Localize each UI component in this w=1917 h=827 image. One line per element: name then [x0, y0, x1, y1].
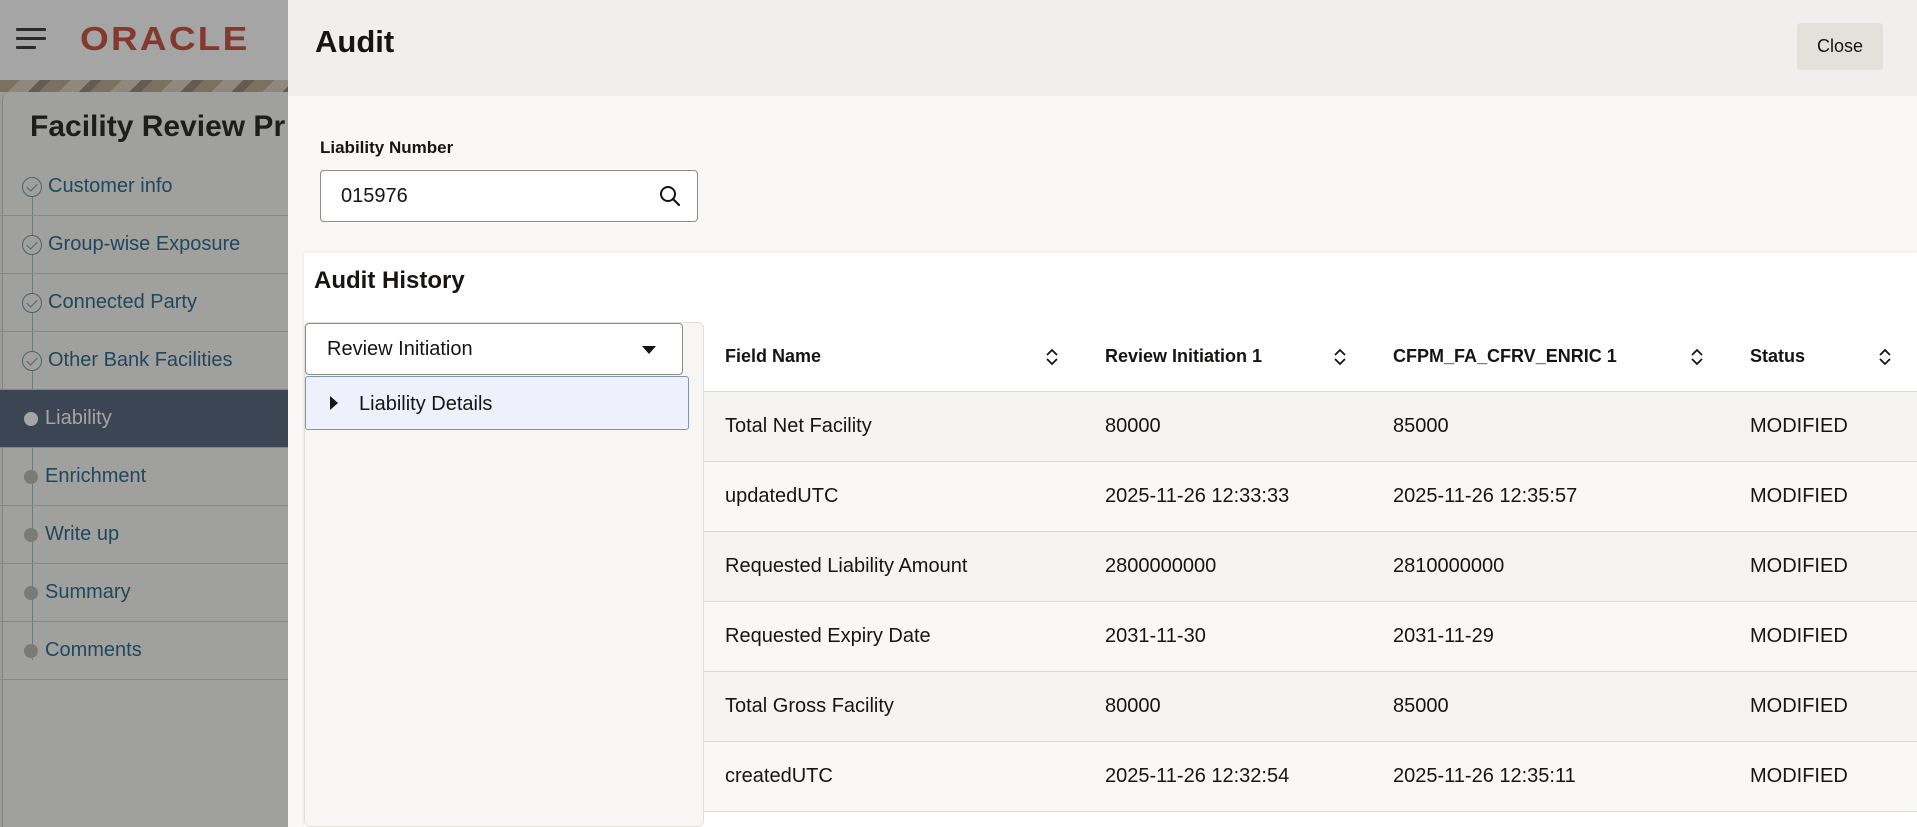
background-page: ORACLE Facility Review Pr Customer info G…: [0, 0, 288, 827]
table-row[interactable]: Total Net Facility 80000 85000 MODIFIED: [704, 391, 1917, 462]
table-cell: createdUTC: [704, 741, 1084, 812]
liability-number-input[interactable]: [341, 171, 641, 221]
table-row[interactable]: Requested Liability Amount 2800000000 2810…: [704, 531, 1917, 602]
liability-number-label: Liability Number: [320, 138, 454, 157]
table-cell: 2025-11-26 12:33:33: [1084, 461, 1372, 532]
table-cell: MODIFIED: [1729, 671, 1917, 742]
audit-history-card: Audit History Review Initiation Liabilit…: [304, 253, 1917, 827]
table-header-row: Field Name Review Initiation 1 CFPM_FA_CFR…: [704, 322, 1917, 392]
table-cell: 2025-11-26 12:35:11: [1372, 741, 1729, 812]
column-header-label: Status: [1750, 345, 1806, 366]
column-header[interactable]: Status: [1729, 322, 1917, 392]
audit-history-title: Audit History: [314, 267, 465, 294]
table-cell: 2025-11-26 12:35:57: [1372, 461, 1729, 532]
table-cell: 2031-11-29: [1372, 601, 1729, 672]
column-header-label: CFPM_FA_CFRV_ENRIC 1: [1393, 345, 1617, 366]
table-cell: MODIFIED: [1729, 391, 1917, 462]
liability-number-field[interactable]: [320, 170, 698, 222]
stage-panel: Review Initiation Liability Details: [304, 322, 704, 827]
drawer-title: Audit: [315, 24, 395, 59]
drawer-header: Audit Close: [288, 0, 1917, 96]
tree-item-liability-details[interactable]: Liability Details: [305, 376, 689, 430]
table-cell: Requested Liability Amount: [704, 531, 1084, 602]
column-header-label: Field Name: [725, 345, 822, 366]
table-cell: 80000: [1084, 671, 1372, 742]
table-cell: 85000: [1372, 391, 1729, 462]
tree-item-label: Liability Details: [359, 393, 493, 415]
column-header[interactable]: CFPM_FA_CFRV_ENRIC 1: [1372, 322, 1729, 392]
stage-select[interactable]: Review Initiation: [305, 323, 683, 375]
stage-select-value: Review Initiation: [327, 338, 473, 360]
audit-drawer: Audit Close Liability Number Audit Histo…: [288, 0, 1917, 827]
sort-icon[interactable]: [1879, 348, 1891, 366]
sort-icon[interactable]: [1334, 348, 1346, 366]
close-button[interactable]: Close: [1797, 23, 1883, 70]
table-cell: 2800000000: [1084, 531, 1372, 602]
table-cell: Requested Expiry Date: [704, 601, 1084, 672]
table-cell: 80000: [1084, 391, 1372, 462]
sort-icon[interactable]: [1046, 348, 1058, 366]
table-cell: MODIFIED: [1729, 461, 1917, 532]
table-row[interactable]: Total Gross Facility 80000 85000 MODIFIED: [704, 671, 1917, 742]
column-header[interactable]: Review Initiation 1: [1084, 322, 1372, 392]
table-cell: updatedUTC: [704, 461, 1084, 532]
search-icon[interactable]: [659, 185, 681, 207]
table-cell: Total Net Facility: [704, 391, 1084, 462]
table-cell: Total Gross Facility: [704, 671, 1084, 742]
table-cell: 85000: [1372, 671, 1729, 742]
column-header-label: Review Initiation 1: [1105, 345, 1263, 366]
sort-icon[interactable]: [1691, 348, 1703, 366]
table-cell: 2025-11-26 12:32:54: [1084, 741, 1372, 812]
table-cell: MODIFIED: [1729, 531, 1917, 602]
audit-table: Field Name Review Initiation 1 CFPM_FA_CFR…: [704, 322, 1917, 812]
caret-down-icon: [642, 346, 656, 354]
modal-overlay: [0, 0, 288, 827]
table-row[interactable]: createdUTC 2025-11-26 12:32:54 2025-11-26 …: [704, 741, 1917, 812]
column-header[interactable]: Field Name: [704, 322, 1084, 392]
table-row[interactable]: Requested Expiry Date 2031-11-30 2031-11-2…: [704, 601, 1917, 672]
table-cell: MODIFIED: [1729, 741, 1917, 812]
table-cell: 2031-11-30: [1084, 601, 1372, 672]
table-cell: 2810000000: [1372, 531, 1729, 602]
caret-right-icon[interactable]: [330, 396, 338, 410]
table-cell: MODIFIED: [1729, 601, 1917, 672]
table-row[interactable]: updatedUTC 2025-11-26 12:33:33 2025-11-26 …: [704, 461, 1917, 532]
